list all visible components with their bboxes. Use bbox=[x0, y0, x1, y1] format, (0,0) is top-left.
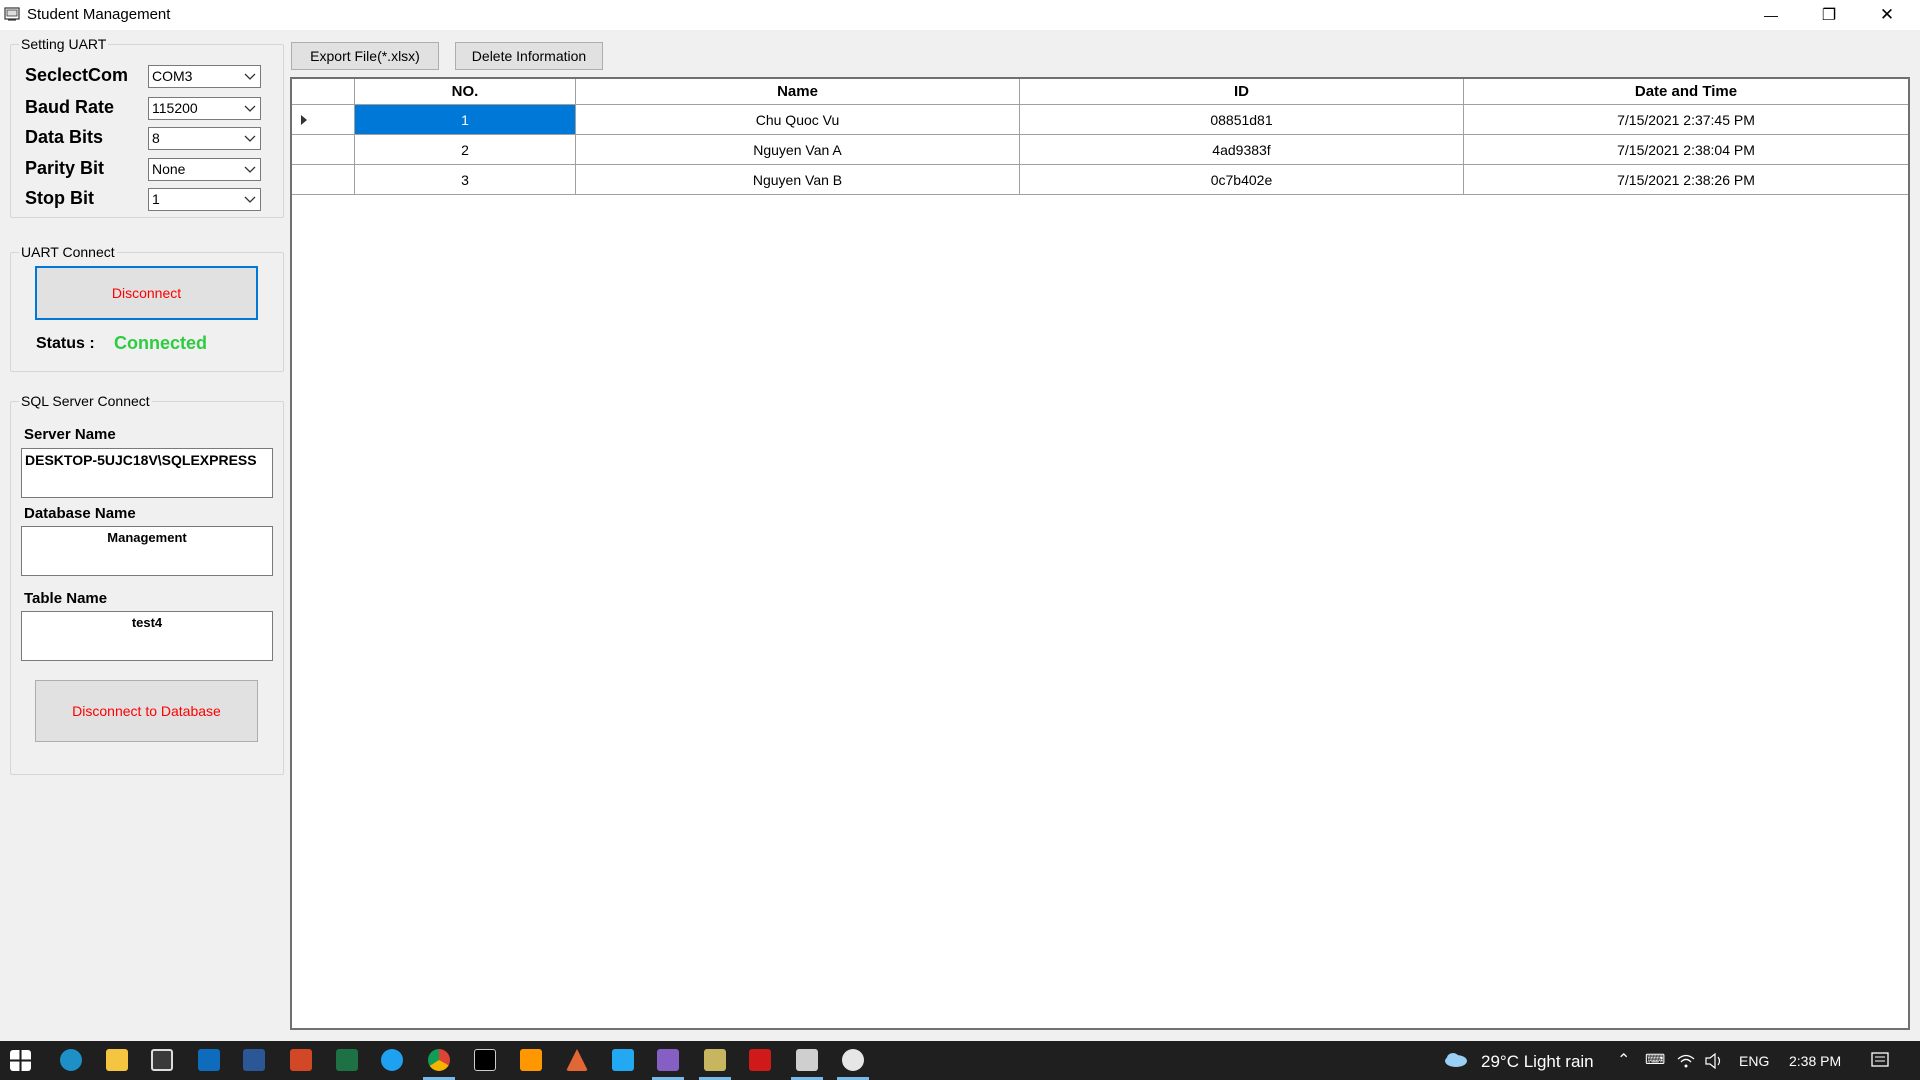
input-method-icon[interactable]: ⌨ bbox=[1645, 1051, 1665, 1068]
stop-bit-value: 1 bbox=[152, 191, 160, 207]
close-button[interactable]: ✕ bbox=[1858, 0, 1916, 30]
parity-bit-dropdown[interactable]: None bbox=[148, 158, 261, 181]
disconnect-uart-button[interactable]: Disconnect bbox=[35, 266, 258, 320]
table-cell-date-time[interactable]: 7/15/2021 2:37:45 PM bbox=[1464, 105, 1908, 135]
start-icon[interactable] bbox=[10, 1050, 31, 1071]
weather-cloud-icon[interactable] bbox=[1443, 1051, 1469, 1069]
select-com-label: SeclectCom bbox=[25, 65, 129, 85]
table-cell-no[interactable]: 2 bbox=[355, 135, 576, 165]
table-cell-name[interactable]: Nguyen Van A bbox=[576, 135, 1020, 165]
paint-icon[interactable] bbox=[842, 1049, 864, 1071]
red-app-icon[interactable] bbox=[749, 1049, 771, 1071]
database-name-value: Management bbox=[107, 530, 187, 545]
notifications-icon[interactable] bbox=[1871, 1052, 1889, 1070]
chevron-down-icon bbox=[244, 73, 256, 80]
chevron-up-icon[interactable]: ⌃ bbox=[1617, 1050, 1630, 1070]
database-name-field[interactable]: Management bbox=[21, 526, 273, 576]
stop-bit-label: Stop Bit bbox=[25, 188, 94, 208]
chevron-down-icon bbox=[244, 166, 256, 173]
internet-explorer-icon[interactable] bbox=[381, 1049, 403, 1071]
restore-icon: ❐ bbox=[1821, 7, 1837, 24]
visual-studio-icon[interactable] bbox=[657, 1049, 679, 1071]
server-name-value: DESKTOP-5UJC18V\SQLEXPRESS bbox=[25, 452, 257, 468]
app-icon bbox=[4, 7, 20, 21]
clock-time[interactable]: 2:38 PM bbox=[1789, 1053, 1841, 1069]
chevron-down-icon bbox=[244, 196, 256, 203]
server-name-field[interactable]: DESKTOP-5UJC18V\SQLEXPRESS bbox=[21, 448, 273, 498]
column-header-no[interactable]: NO. bbox=[355, 79, 576, 105]
row-header-corner bbox=[292, 79, 355, 105]
parity-bit-label: Parity Bit bbox=[25, 158, 105, 178]
matlab-icon[interactable] bbox=[566, 1049, 588, 1071]
weather-text[interactable]: 29°C Light rain bbox=[1481, 1052, 1594, 1072]
row-header-2[interactable] bbox=[292, 135, 355, 165]
wifi-icon[interactable] bbox=[1677, 1053, 1695, 1069]
parity-bit-value: None bbox=[152, 161, 186, 177]
baud-rate-label: Baud Rate bbox=[25, 97, 115, 117]
title-bar: Student Management — ❐ ✕ bbox=[0, 0, 1920, 30]
uart-connect-title: UART Connect bbox=[19, 244, 117, 260]
minimize-icon: — bbox=[1764, 7, 1778, 23]
minimize-button[interactable]: — bbox=[1742, 0, 1800, 30]
file-explorer-icon[interactable] bbox=[106, 1049, 128, 1071]
column-header-name[interactable]: Name bbox=[576, 79, 1020, 105]
table-name-label: Table Name bbox=[24, 590, 108, 607]
baud-rate-value: 115200 bbox=[152, 100, 198, 116]
export-file-button[interactable]: Export File(*.xlsx) bbox=[291, 42, 439, 70]
baud-rate-dropdown[interactable]: 115200 bbox=[148, 97, 261, 120]
table-cell-id[interactable]: 0c7b402e bbox=[1020, 165, 1464, 195]
close-icon: ✕ bbox=[1879, 5, 1895, 24]
student-management-icon[interactable] bbox=[796, 1049, 818, 1071]
excel-icon[interactable] bbox=[336, 1049, 358, 1071]
sql-server-connect-title: SQL Server Connect bbox=[19, 393, 152, 409]
table-name-value: test4 bbox=[131, 615, 163, 630]
column-header-id[interactable]: ID bbox=[1020, 79, 1464, 105]
row-header-3[interactable] bbox=[292, 165, 355, 195]
restore-button[interactable]: ❐ bbox=[1800, 0, 1858, 30]
table-cell-date-time[interactable]: 7/15/2021 2:38:04 PM bbox=[1464, 135, 1908, 165]
select-com-dropdown[interactable]: COM3 bbox=[148, 65, 261, 88]
table-cell-no[interactable]: 3 bbox=[355, 165, 576, 195]
row-header-1[interactable] bbox=[292, 105, 355, 135]
status-value: Connected bbox=[114, 333, 208, 353]
chevron-down-icon bbox=[244, 135, 256, 142]
window-title: Student Management bbox=[27, 6, 171, 23]
data-bits-value: 8 bbox=[152, 130, 160, 146]
table-cell-id[interactable]: 08851d81 bbox=[1020, 105, 1464, 135]
volume-icon[interactable] bbox=[1705, 1053, 1725, 1069]
chevron-down-icon bbox=[244, 105, 256, 112]
setting-uart-title: Setting UART bbox=[19, 36, 109, 52]
table-cell-no[interactable]: 1 bbox=[355, 105, 576, 135]
table-cell-name[interactable]: Nguyen Van B bbox=[576, 165, 1020, 195]
status-label: Status : bbox=[36, 335, 95, 352]
chrome-icon[interactable] bbox=[428, 1049, 450, 1071]
sublime-icon[interactable] bbox=[520, 1049, 542, 1071]
word-icon[interactable] bbox=[243, 1049, 265, 1071]
taskbar: 29°C Light rain ⌃ ⌨ ENG 2:38 PM bbox=[0, 1041, 1920, 1080]
data-bits-label: Data Bits bbox=[25, 127, 104, 147]
student-data-grid[interactable]: NO. Name ID Date and Time 1 Chu Quoc Vu … bbox=[290, 77, 1910, 1030]
powerpoint-icon[interactable] bbox=[290, 1049, 312, 1071]
language-indicator[interactable]: ENG bbox=[1739, 1053, 1769, 1069]
table-name-field[interactable]: test4 bbox=[21, 611, 273, 661]
disconnect-database-button[interactable]: Disconnect to Database bbox=[35, 680, 258, 742]
pycharm-icon[interactable] bbox=[474, 1049, 496, 1071]
store-icon[interactable] bbox=[151, 1049, 173, 1071]
table-cell-date-time[interactable]: 7/15/2021 2:38:26 PM bbox=[1464, 165, 1908, 195]
server-name-label: Server Name bbox=[24, 426, 116, 443]
edge-icon[interactable] bbox=[60, 1049, 82, 1071]
column-header-date-time[interactable]: Date and Time bbox=[1464, 79, 1908, 105]
stop-bit-dropdown[interactable]: 1 bbox=[148, 188, 261, 211]
mail-icon[interactable] bbox=[198, 1049, 220, 1071]
database-name-label: Database Name bbox=[24, 505, 136, 522]
data-bits-dropdown[interactable]: 8 bbox=[148, 127, 261, 150]
vscode-icon[interactable] bbox=[612, 1049, 634, 1071]
delete-information-button[interactable]: Delete Information bbox=[455, 42, 603, 70]
tools-icon[interactable] bbox=[704, 1049, 726, 1071]
select-com-value: COM3 bbox=[152, 68, 193, 84]
current-row-arrow-icon bbox=[301, 115, 307, 125]
table-cell-id[interactable]: 4ad9383f bbox=[1020, 135, 1464, 165]
table-cell-name[interactable]: Chu Quoc Vu bbox=[576, 105, 1020, 135]
